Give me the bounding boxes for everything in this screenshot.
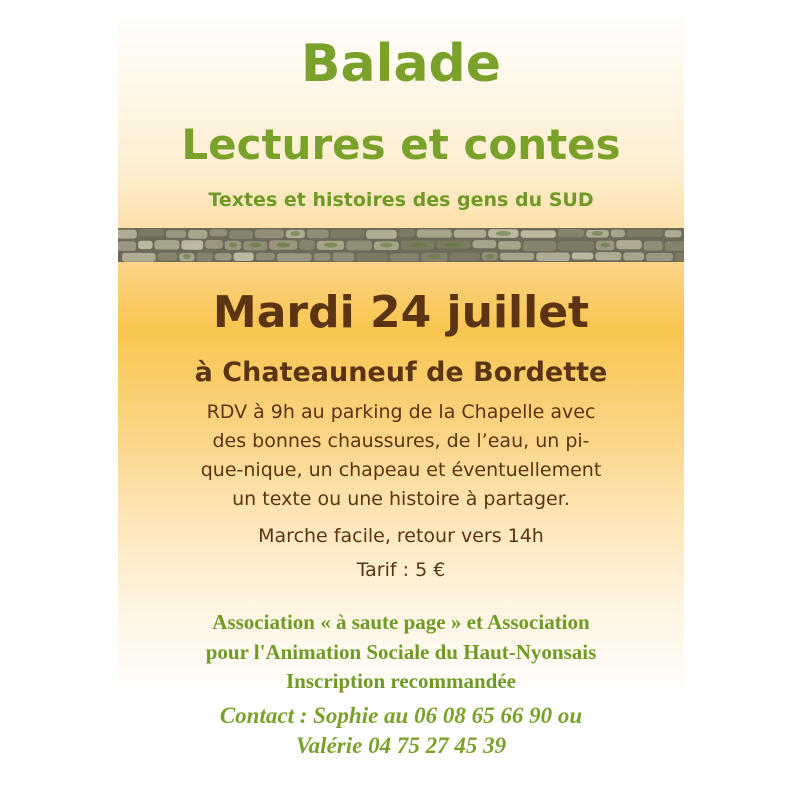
contact-line: Contact : Sophie au 06 08 65 66 90 ou — [219, 703, 583, 728]
association-line: pour l'Animation Sociale du Haut-Nyonsai… — [205, 640, 597, 664]
contact-line: Valérie 04 75 27 45 39 — [295, 733, 507, 758]
stone-wall-band — [118, 228, 684, 262]
poster: Balade Lectures et contes Textes et hist… — [118, 0, 684, 800]
event-details-line: que-nique, un chapeau et éventuellement — [200, 459, 602, 481]
event-place: à Chateauneuf de Bordette — [194, 357, 608, 388]
price-info: Tarif : 5 € — [356, 559, 446, 581]
event-date: Mardi 24 juillet — [212, 287, 590, 338]
poster-title: Balade — [300, 34, 502, 94]
event-details-line: des bonnes chaussures, de l’eau, un pi- — [212, 430, 590, 452]
poster-subtitle: Lectures et contes — [181, 120, 621, 169]
association-line: Association « à saute page » et Associat… — [212, 610, 590, 634]
event-details-line: RDV à 9h au parking de la Chapelle avec — [206, 401, 596, 423]
registration-note: Inscription recommandée — [285, 669, 516, 693]
poster-tagline: Textes et histoires des gens du SUD — [208, 189, 594, 211]
walk-info: Marche facile, retour vers 14h — [258, 525, 544, 547]
event-details-line: un texte ou une histoire à partager. — [232, 488, 570, 510]
